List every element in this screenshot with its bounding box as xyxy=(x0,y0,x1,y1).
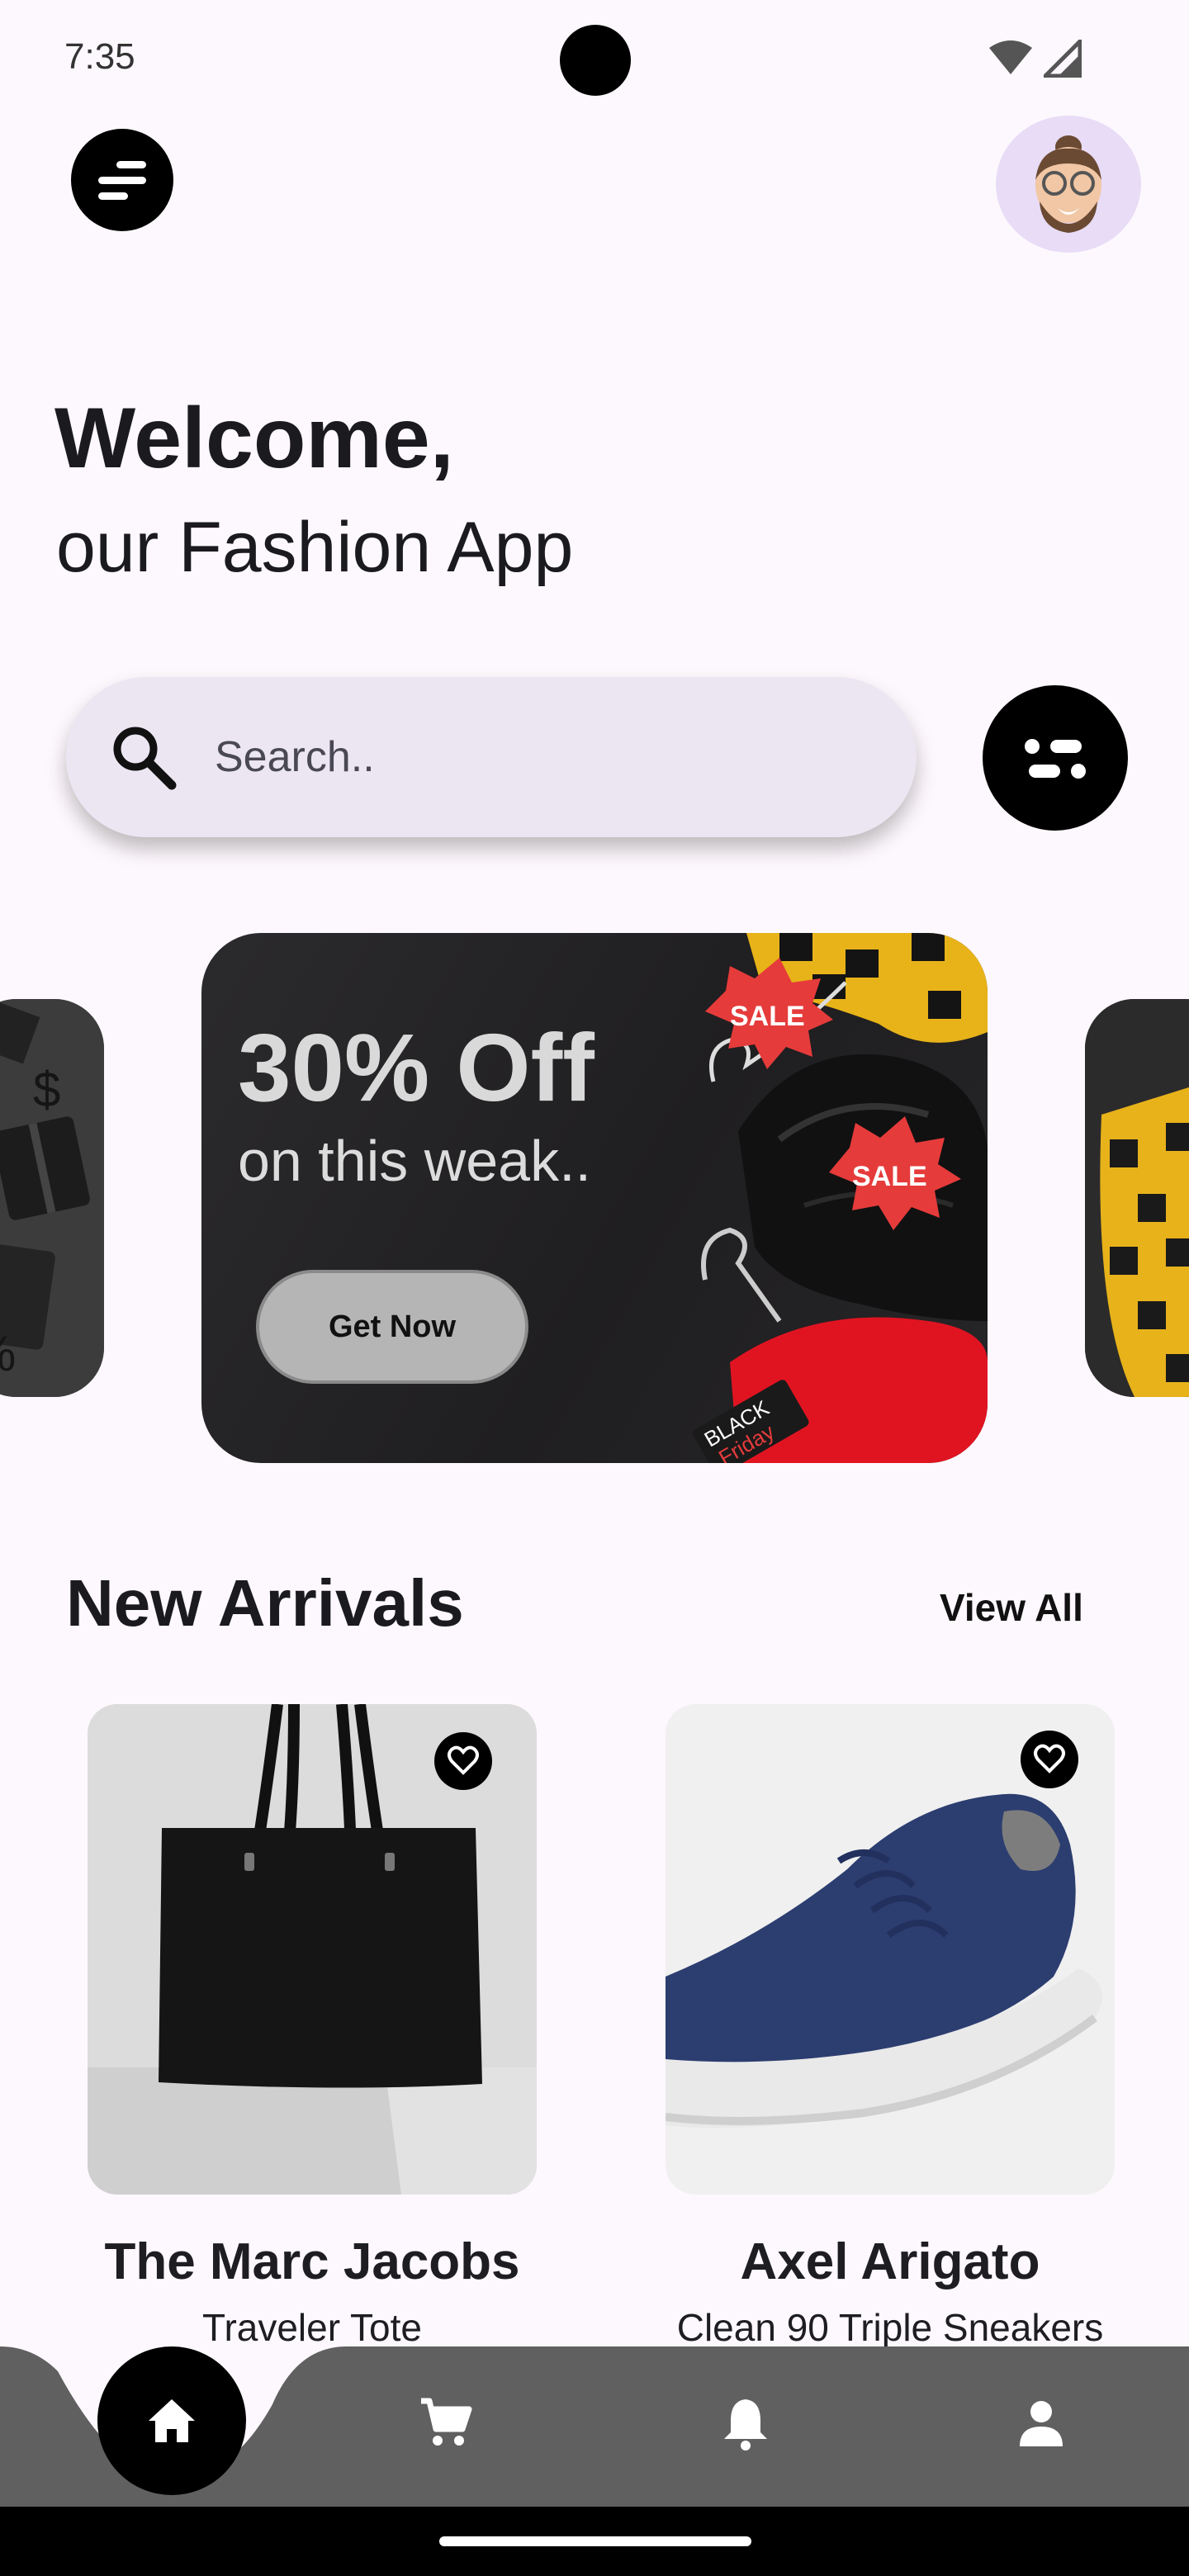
profile-icon xyxy=(1020,2401,1063,2446)
banner-title: 30% Off xyxy=(238,1014,594,1121)
get-now-button[interactable]: Get Now xyxy=(256,1270,528,1384)
sale-bags-image: SALE SALE BLACK Friday xyxy=(693,933,988,1463)
product-name: Axel Arigato xyxy=(740,2233,1040,2290)
avatar-icon xyxy=(1035,135,1101,233)
search-bar[interactable] xyxy=(66,677,917,837)
heart-icon xyxy=(1034,1744,1065,1773)
gesture-handle[interactable] xyxy=(439,2536,751,2546)
percent-glyph: % xyxy=(0,1326,16,1381)
nav-profile-button[interactable] xyxy=(1004,2386,1078,2460)
status-icons xyxy=(988,40,1082,78)
banner-subtitle: on this weak.. xyxy=(238,1129,591,1193)
heart-icon xyxy=(448,1745,479,1775)
product-card-image-tote[interactable] xyxy=(88,1704,537,2195)
product-description: Traveler Tote xyxy=(202,2306,422,2349)
carousel-card-previous[interactable]: $ % xyxy=(0,999,104,1397)
plaid-shirt-image xyxy=(1085,999,1189,1397)
welcome-subtitle: our Fashion App xyxy=(56,508,574,587)
dollar-glyph: $ xyxy=(33,1062,60,1117)
cart-icon xyxy=(421,2398,472,2446)
search-icon xyxy=(113,727,177,790)
gift-box-image: $ % xyxy=(0,999,104,1397)
promo-banner[interactable]: SALE SALE BLACK Friday 30% Off on this w… xyxy=(201,933,988,1463)
camera-cutout xyxy=(560,25,631,96)
nav-cart-button[interactable] xyxy=(408,2386,482,2460)
favorite-button[interactable] xyxy=(1021,1731,1078,1788)
product-description: Clean 90 Triple Sneakers xyxy=(676,2306,1104,2349)
filter-icon xyxy=(1025,739,1086,779)
new-arrivals-title: New Arrivals xyxy=(66,1566,464,1640)
product-name: The Marc Jacobs xyxy=(104,2233,520,2290)
filter-button[interactable] xyxy=(983,685,1128,831)
bell-icon xyxy=(724,2399,767,2451)
favorite-button[interactable] xyxy=(434,1732,492,1790)
status-time: 7:35 xyxy=(64,36,135,77)
menu-icon xyxy=(98,160,146,200)
sale-tag-2: SALE xyxy=(852,1161,927,1192)
signal-icon xyxy=(1044,40,1082,78)
avatar[interactable] xyxy=(996,116,1141,253)
carousel-card-next[interactable] xyxy=(1085,999,1189,1397)
product-card-image-sneaker[interactable] xyxy=(666,1704,1115,2195)
nav-home-button[interactable] xyxy=(97,2346,246,2495)
menu-button[interactable] xyxy=(71,129,173,231)
view-all-link[interactable]: View All xyxy=(940,1585,1083,1630)
wifi-icon xyxy=(989,40,1032,74)
home-icon xyxy=(149,2399,195,2442)
sale-tag-1: SALE xyxy=(730,1001,805,1032)
nav-notifications-button[interactable] xyxy=(708,2386,783,2460)
welcome-title: Welcome, xyxy=(54,391,454,486)
search-input[interactable] xyxy=(215,732,842,782)
